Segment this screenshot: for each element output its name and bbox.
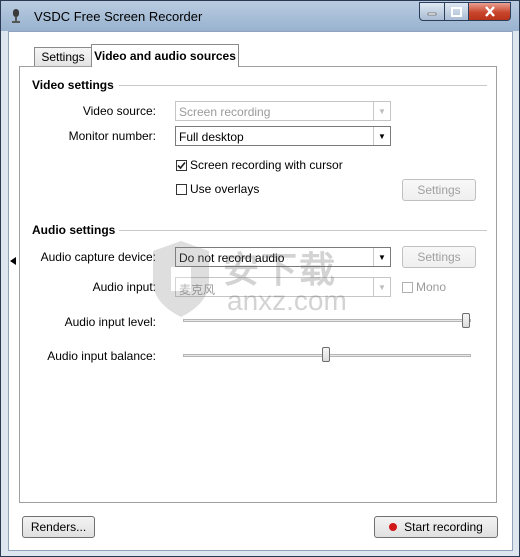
video-source-label: Video source: bbox=[82, 104, 156, 118]
minimize-icon bbox=[427, 12, 437, 15]
monitor-number-value: Full desktop bbox=[179, 130, 244, 144]
chevron-down-icon: ▼ bbox=[373, 278, 390, 296]
audio-input-level-label: Audio input level: bbox=[64, 315, 156, 329]
minimize-button[interactable] bbox=[419, 2, 445, 21]
chevron-down-icon: ▼ bbox=[373, 127, 390, 145]
maximize-button[interactable] bbox=[444, 2, 469, 21]
mono-checkbox-label: Mono bbox=[416, 280, 447, 294]
cursor-checkbox[interactable]: Screen recording with cursor bbox=[176, 158, 343, 172]
watermark-logo: 安下载 anxz.com bbox=[151, 237, 371, 321]
audio-input-balance-thumb[interactable] bbox=[322, 347, 330, 362]
video-settings-heading: Video settings bbox=[32, 78, 114, 92]
video-source-select[interactable]: Screen recording ▼ bbox=[175, 101, 391, 121]
start-recording-label: Start recording bbox=[404, 520, 483, 534]
mono-checkbox[interactable]: Mono bbox=[402, 280, 446, 294]
app-window: VSDC Free Screen Recorder Settings Video… bbox=[0, 0, 520, 557]
audio-input-label: Audio input: bbox=[92, 280, 156, 294]
monitor-number-select[interactable]: Full desktop ▼ bbox=[175, 126, 391, 146]
monitor-number-label: Monitor number: bbox=[68, 129, 156, 143]
overlays-checkbox-label: Use overlays bbox=[190, 182, 260, 196]
close-icon bbox=[484, 6, 495, 17]
checkbox-unchecked-icon bbox=[176, 183, 187, 195]
record-icon bbox=[389, 523, 398, 531]
audio-settings-divider bbox=[119, 230, 487, 231]
overlays-settings-button[interactable]: Settings bbox=[402, 179, 476, 201]
window-title: VSDC Free Screen Recorder bbox=[34, 9, 203, 24]
video-settings-divider bbox=[119, 85, 487, 86]
audio-input-balance-label: Audio input balance: bbox=[47, 349, 156, 363]
tab-settings[interactable]: Settings bbox=[34, 47, 92, 66]
overlays-checkbox[interactable]: Use overlays bbox=[176, 182, 259, 196]
watermark-url: anxz.com bbox=[227, 285, 347, 316]
renders-button[interactable]: Renders... bbox=[22, 516, 95, 538]
cursor-checkbox-label: Screen recording with cursor bbox=[190, 158, 343, 172]
audio-input-level-thumb[interactable] bbox=[462, 313, 470, 328]
chevron-down-icon: ▼ bbox=[373, 248, 390, 266]
collapse-arrow-icon[interactable] bbox=[10, 257, 16, 265]
close-button[interactable] bbox=[468, 2, 511, 21]
video-source-value: Screen recording bbox=[179, 105, 271, 119]
audio-settings-heading: Audio settings bbox=[32, 223, 116, 237]
audio-settings-button[interactable]: Settings bbox=[402, 246, 476, 268]
maximize-icon bbox=[451, 6, 462, 17]
tab-video-audio-sources[interactable]: Video and audio sources bbox=[91, 44, 239, 67]
checkbox-unchecked-icon bbox=[402, 281, 413, 293]
title-bar[interactable]: VSDC Free Screen Recorder bbox=[1, 1, 519, 31]
checkbox-checked-icon bbox=[176, 159, 187, 171]
audio-capture-device-label: Audio capture device: bbox=[40, 250, 156, 264]
app-icon bbox=[12, 9, 20, 23]
start-recording-button[interactable]: Start recording bbox=[374, 516, 498, 538]
chevron-down-icon: ▼ bbox=[373, 102, 390, 120]
